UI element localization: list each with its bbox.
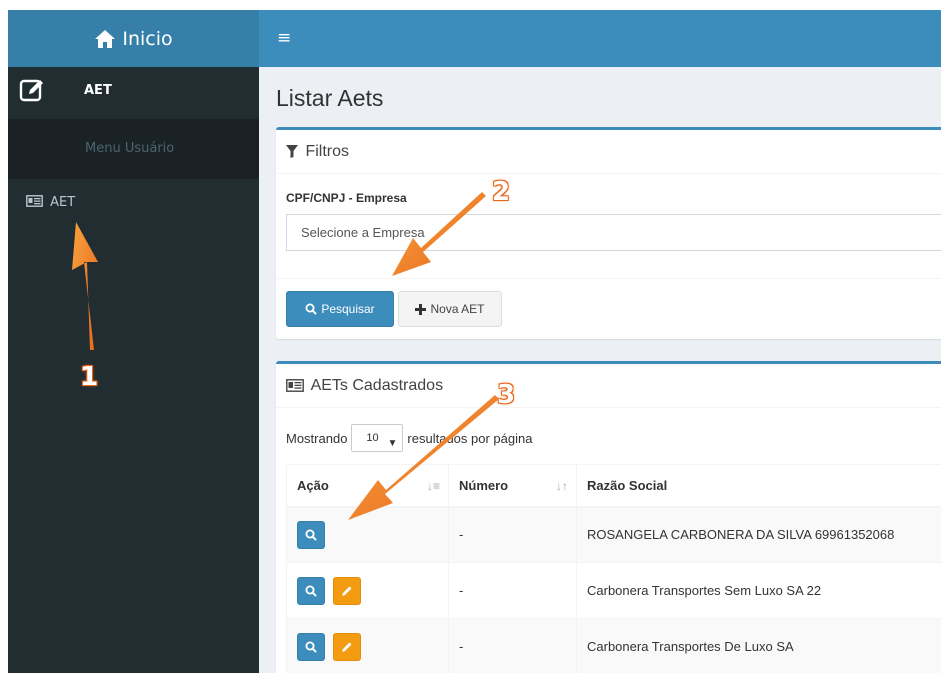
app-window: Inicio ≡ AET Menu Usuário AET Listar Aet…	[8, 10, 941, 673]
main-content: Listar Aets Filtros CPF/CNPJ - Empresa S…	[259, 67, 941, 673]
table-row: - Carbonera Transportes De Luxo SA	[286, 618, 941, 673]
search-icon	[305, 585, 317, 597]
step-3-label: 3	[497, 380, 516, 410]
company-select[interactable]: Selecione a Empresa	[286, 214, 941, 251]
step-2-label: 2	[492, 177, 511, 207]
table-row: - ROSANGELA CARBONERA DA SILVA 699613520…	[286, 506, 941, 563]
edit-button[interactable]	[332, 576, 361, 605]
razao-social-cell: ROSANGELA CARBONERA DA SILVA 69961352068	[576, 506, 941, 563]
filters-box: Filtros CPF/CNPJ - Empresa Selecione a E…	[276, 127, 941, 339]
sidebar-item-aet[interactable]: AET	[8, 189, 259, 217]
list-header: AETs Cadastrados	[276, 364, 941, 408]
search-button-label: Pesquisar	[321, 302, 375, 316]
search-icon	[305, 641, 317, 653]
page-length-control: Mostrando 10 ▼ resultados por página	[286, 424, 532, 452]
view-button[interactable]	[297, 520, 325, 549]
menu-header: Menu Usuário	[8, 119, 259, 179]
column-header-numero[interactable]: Número ↓↑	[448, 464, 577, 508]
length-suffix: resultados por página	[407, 430, 533, 446]
edit-icon	[19, 79, 43, 102]
table-row: - Carbonera Transportes Sem Luxo SA 22	[286, 562, 941, 619]
chevron-down-icon: ▼	[387, 438, 398, 449]
aets-list-box: AETs Cadastrados Mostrando 10 ▼ resultad…	[276, 361, 941, 673]
sort-icon: ↓↑	[556, 479, 568, 493]
sidebar-toggle-icon[interactable]: ≡	[277, 28, 297, 48]
filters-title: Filtros	[305, 143, 350, 160]
action-cell	[286, 506, 449, 563]
table-header-row: Ação ↓≡ Número ↓↑ Razão Social	[286, 464, 941, 508]
company-field-label: CPF/CNPJ - Empresa	[286, 191, 407, 205]
page-title: Listar Aets	[276, 85, 384, 111]
action-cell	[286, 562, 449, 619]
search-icon	[305, 303, 318, 315]
view-button[interactable]	[297, 632, 325, 661]
razao-social-cell: Carbonera Transportes Sem Luxo SA 22	[576, 562, 941, 619]
numero-cell: -	[448, 618, 577, 673]
filters-header: Filtros	[276, 130, 941, 174]
navbar: ≡	[259, 10, 941, 67]
filter-icon	[286, 145, 298, 158]
top-bar: Inicio ≡	[8, 10, 941, 67]
pencil-icon	[341, 586, 352, 596]
page-length-select[interactable]: 10 ▼	[351, 424, 404, 452]
new-aet-button-label: Nova AET	[430, 302, 485, 316]
length-prefix: Mostrando	[286, 430, 348, 446]
aets-table: Ação ↓≡ Número ↓↑ Razão Social - ROSANGE…	[286, 464, 941, 673]
new-aet-button[interactable]: Nova AET	[398, 291, 502, 327]
id-card-icon	[26, 195, 43, 207]
pencil-icon	[341, 642, 352, 652]
user-name: AET	[84, 83, 112, 98]
column-header-acao[interactable]: Ação ↓≡	[286, 464, 449, 508]
sidebar: AET Menu Usuário AET	[8, 67, 259, 673]
plus-icon	[415, 303, 427, 315]
numero-cell: -	[448, 506, 577, 563]
sidebar-item-label: AET	[50, 195, 76, 210]
edit-button[interactable]	[332, 632, 361, 661]
numero-cell: -	[448, 562, 577, 619]
search-button[interactable]: Pesquisar	[286, 291, 394, 327]
page-length-value: 10	[366, 432, 379, 444]
sort-asc-icon: ↓≡	[426, 479, 440, 493]
home-icon	[95, 29, 116, 48]
brand-home-link[interactable]: Inicio	[8, 10, 259, 67]
search-icon	[305, 529, 317, 541]
step-1-label: 1	[80, 362, 99, 392]
id-card-icon	[286, 379, 304, 392]
action-cell	[286, 618, 449, 673]
razao-social-cell: Carbonera Transportes De Luxo SA	[576, 618, 941, 673]
list-title: AETs Cadastrados	[310, 377, 444, 394]
column-header-razao-social[interactable]: Razão Social	[576, 464, 941, 508]
divider	[276, 278, 941, 279]
user-panel: AET	[8, 67, 259, 119]
view-button[interactable]	[297, 576, 325, 605]
brand-label: Inicio	[122, 27, 173, 50]
